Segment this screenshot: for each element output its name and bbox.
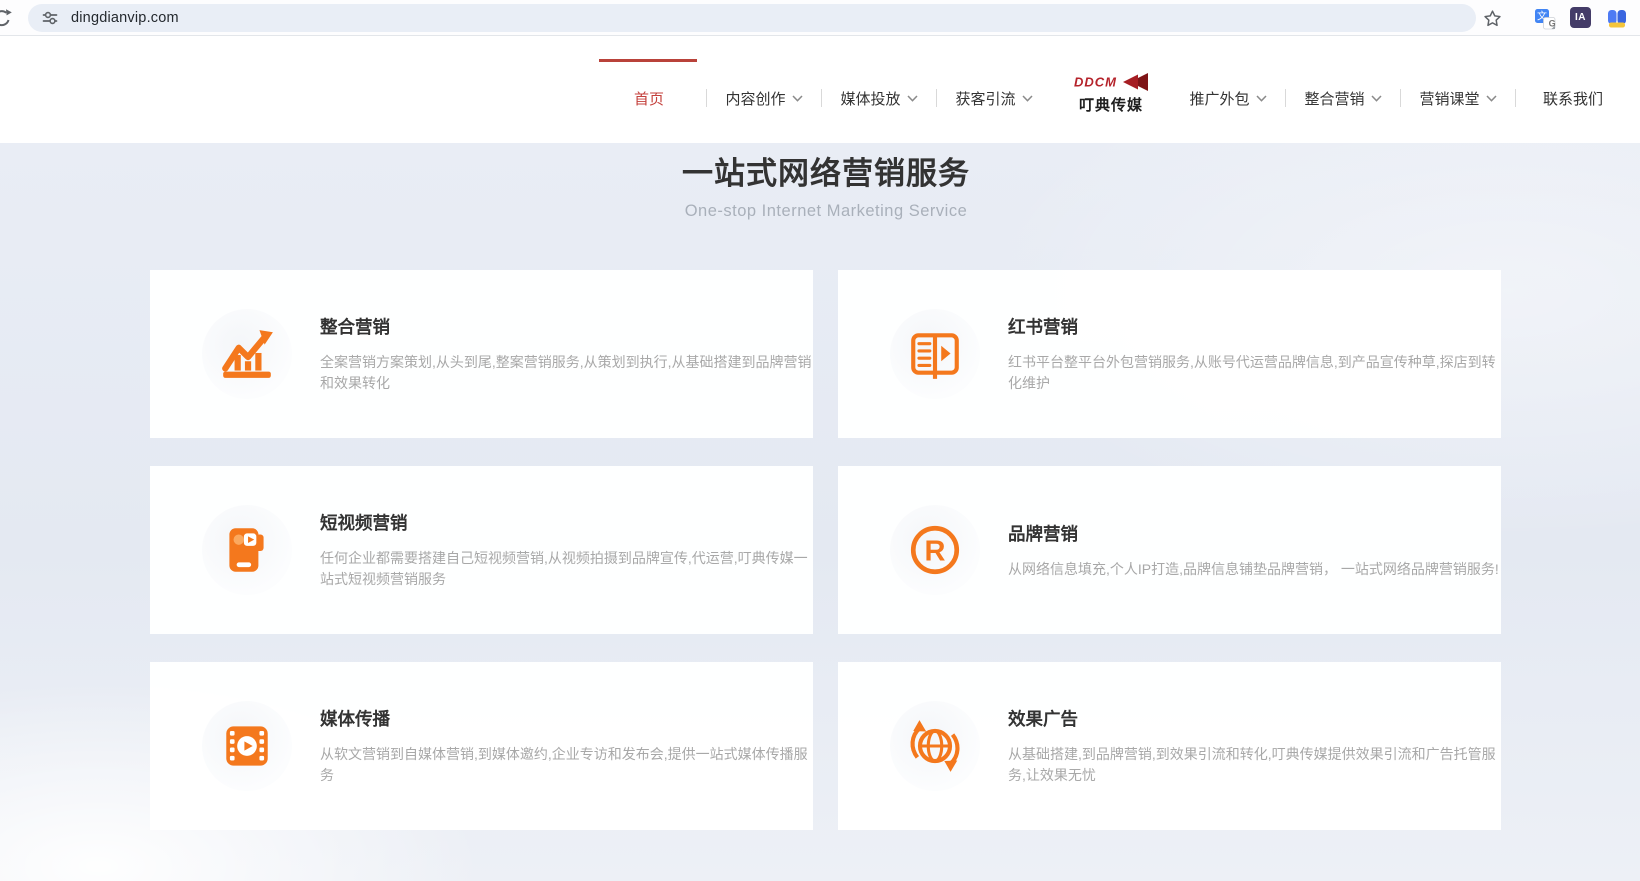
service-card-integrated-marketing[interactable]: 整合营销 全案营销方案策划,从头到尾,整案营销服务,从策划到执行,从基础搭建到品… (150, 270, 813, 438)
browser-toolbar: dingdianvip.com 文 G IA (0, 0, 1640, 36)
phone-video-icon (202, 505, 292, 595)
site-logo[interactable]: DDCM 叮典传媒 (1051, 71, 1171, 115)
card-desc: 任何企业都需要搭建自己短视频营销,从视频拍摄到品牌宣传,代运营,叮典传媒一站式短… (320, 548, 812, 590)
passwords-extension-icon[interactable] (1606, 8, 1628, 30)
service-card-brand-marketing[interactable]: R 品牌营销 从网络信息填充,个人IP打造,品牌信息铺垫品牌营销， 一站式网络品… (838, 466, 1501, 634)
nav-item-lead-generation[interactable]: 获客引流 (937, 88, 1051, 109)
service-card-media-communication[interactable]: 媒体传播 从软文营销到自媒体营销,到媒体邀约,企业专访和发布会,提供一站式媒体传… (150, 662, 813, 830)
service-card-redbook-marketing[interactable]: 红书营销 红书平台整平台外包营销服务,从账号代运营品牌信息,到产品宣传种草,探店… (838, 270, 1501, 438)
card-desc: 红书平台整平台外包营销服务,从账号代运营品牌信息,到产品宣传种草,探店到转化维护 (1008, 352, 1500, 394)
nav-label: 联系我们 (1543, 88, 1603, 109)
nav-item-home[interactable]: 首页 (592, 88, 706, 109)
nav-item-media-placement[interactable]: 媒体投放 (822, 88, 936, 109)
page-title: 一站式网络营销服务 (150, 148, 1502, 193)
url-bar[interactable]: dingdianvip.com (28, 4, 1476, 32)
film-play-icon (202, 701, 292, 791)
bookmark-star-icon[interactable] (1482, 8, 1503, 29)
page-subtitle: One-stop Internet Marketing Service (150, 202, 1502, 221)
nav-label: 首页 (634, 88, 664, 109)
registered-letter: R (925, 535, 946, 567)
ia-extension-icon[interactable]: IA (1570, 7, 1591, 28)
translate-right-glyph: G (1549, 19, 1556, 29)
globe-arrows-icon (890, 701, 980, 791)
nav-label: 获客引流 (955, 88, 1015, 109)
card-title: 红书营销 (1008, 314, 1500, 339)
chevron-down-icon (1022, 95, 1033, 102)
logo-mark-icon: DDCM (1072, 71, 1150, 93)
logo-name: 叮典传媒 (1079, 94, 1143, 115)
nav-label: 内容创作 (725, 88, 785, 109)
card-title: 媒体传播 (320, 706, 812, 731)
registered-trademark-icon: R (890, 505, 980, 595)
nav-label: 媒体投放 (840, 88, 900, 109)
logo-mark-text: DDCM (1074, 75, 1117, 90)
chevron-down-icon (1256, 95, 1267, 102)
card-title: 整合营销 (320, 314, 812, 339)
translate-extension-icon[interactable]: 文 G (1534, 8, 1556, 30)
chevron-down-icon (907, 95, 918, 102)
card-title: 效果广告 (1008, 706, 1500, 731)
page-body: 一站式网络营销服务 One-stop Internet Marketing Se… (0, 143, 1640, 881)
card-desc: 从基础搭建,到品牌营销,到效果引流和转化,叮典传媒提供效果引流和广告托管服务,让… (1008, 744, 1500, 786)
chevron-down-icon (792, 95, 803, 102)
site-navbar: 首页 内容创作 媒体投放 获客引流 DDCM 叮典传媒 推广外包 (0, 37, 1640, 143)
reload-icon[interactable] (0, 7, 14, 31)
nav-item-promotion-outsourcing[interactable]: 推广外包 (1171, 88, 1285, 109)
service-card-short-video-marketing[interactable]: 短视频营销 任何企业都需要搭建自己短视频营销,从视频拍摄到品牌宣传,代运营,叮典… (150, 466, 813, 634)
card-desc: 从网络信息填充,个人IP打造,品牌信息铺垫品牌营销， 一站式网络品牌营销服务! (1008, 559, 1500, 580)
card-title: 品牌营销 (1008, 521, 1500, 546)
hero-section: 一站式网络营销服务 One-stop Internet Marketing Se… (150, 143, 1502, 221)
card-desc: 全案营销方案策划,从头到尾,整案营销服务,从策划到执行,从基础搭建到品牌营销和效… (320, 352, 812, 394)
url-text: dingdianvip.com (71, 10, 179, 26)
card-title: 短视频营销 (320, 510, 812, 535)
card-desc: 从软文营销到自媒体营销,到媒体邀约,企业专访和发布会,提供一站式媒体传播服务 (320, 744, 812, 786)
nav-label: 整合营销 (1304, 88, 1364, 109)
nav-item-contact-us[interactable]: 联系我们 (1516, 88, 1630, 109)
nav-label: 推广外包 (1189, 88, 1249, 109)
book-play-icon (890, 309, 980, 399)
site-settings-icon[interactable] (37, 5, 63, 31)
chevron-down-icon (1371, 95, 1382, 102)
nav-item-marketing-class[interactable]: 营销课堂 (1401, 88, 1515, 109)
nav-item-content-creation[interactable]: 内容创作 (707, 88, 821, 109)
main-navigation: 首页 内容创作 媒体投放 获客引流 DDCM 叮典传媒 推广外包 (592, 37, 1630, 143)
nav-item-integrated-marketing[interactable]: 整合营销 (1286, 88, 1400, 109)
service-card-performance-ads[interactable]: 效果广告 从基础搭建,到品牌营销,到效果引流和转化,叮典传媒提供效果引流和广告托… (838, 662, 1501, 830)
nav-label: 营销课堂 (1419, 88, 1479, 109)
services-grid: 整合营销 全案营销方案策划,从头到尾,整案营销服务,从策划到执行,从基础搭建到品… (150, 270, 1501, 830)
chevron-down-icon (1486, 95, 1497, 102)
growth-chart-icon (202, 309, 292, 399)
